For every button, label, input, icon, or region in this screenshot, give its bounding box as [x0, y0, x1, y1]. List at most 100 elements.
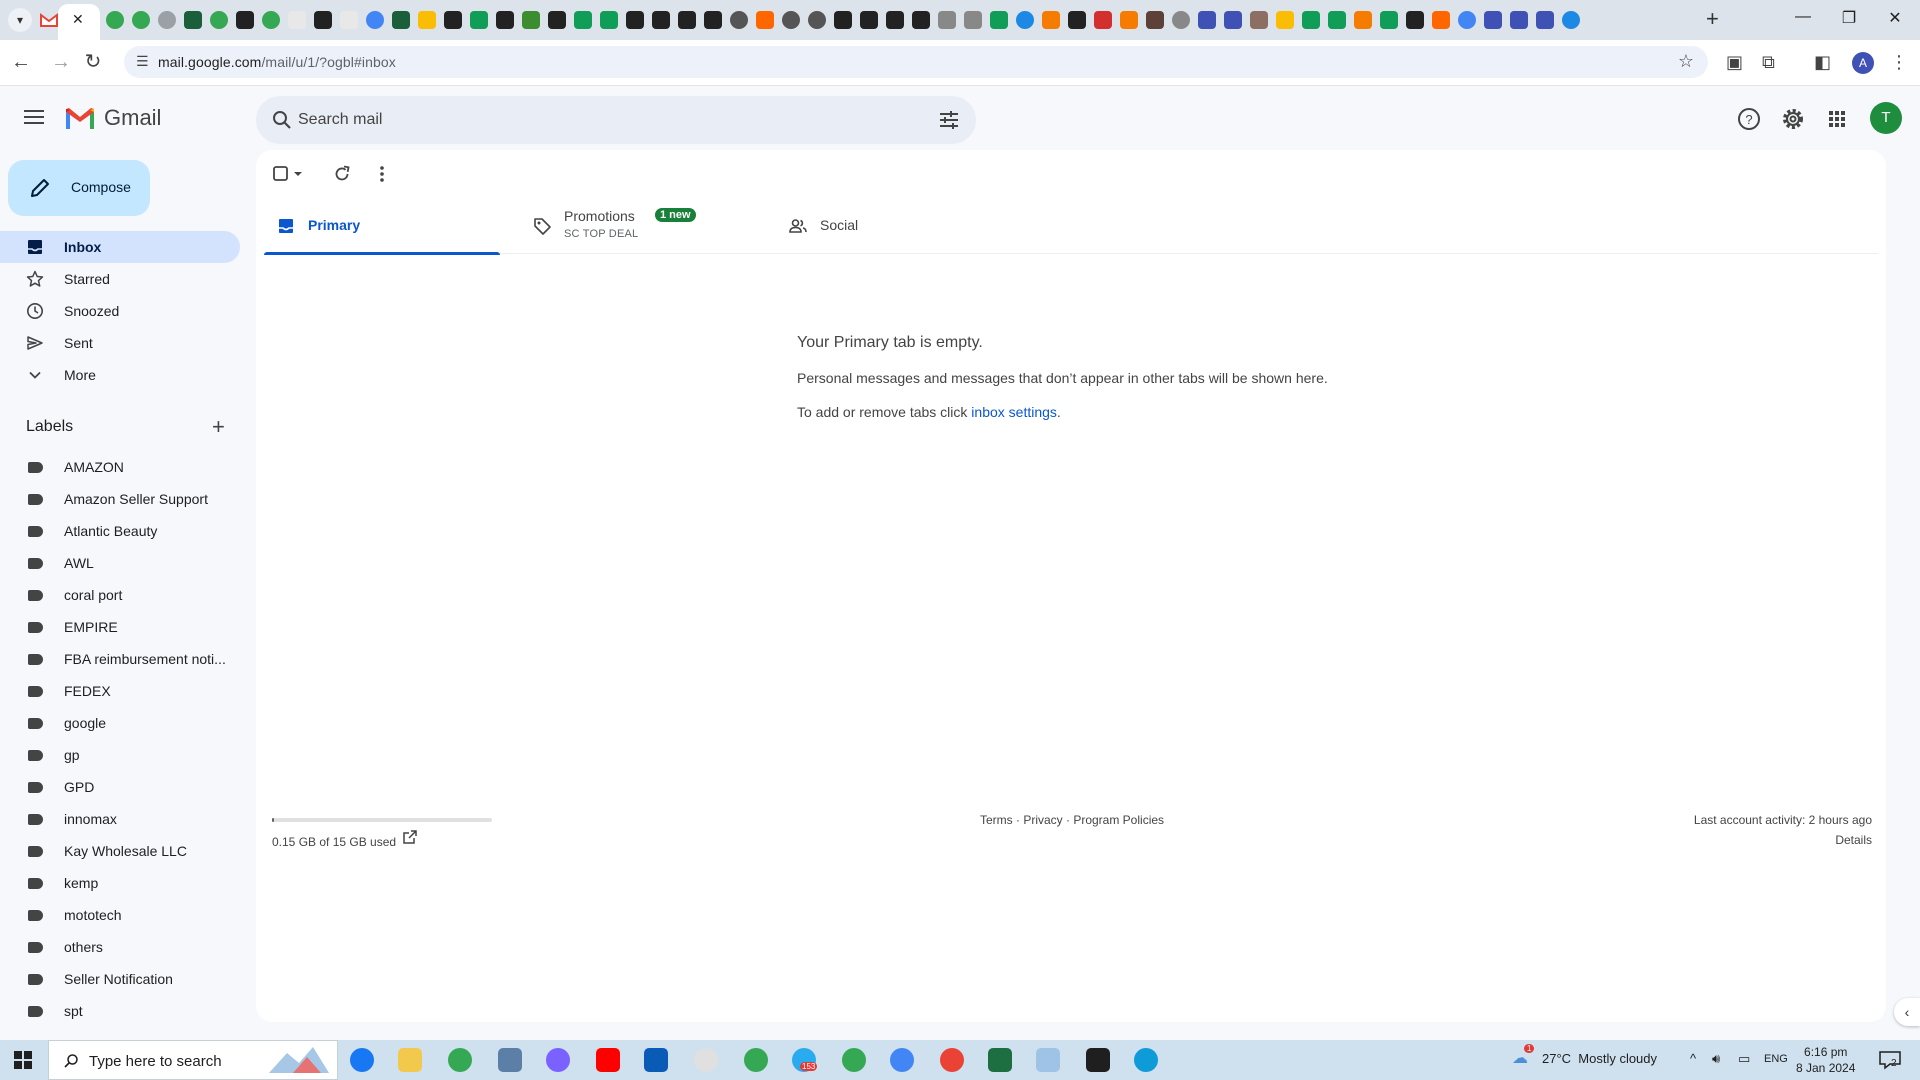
google-apps-grid-icon[interactable]: [1824, 106, 1850, 132]
search-input[interactable]: [298, 96, 898, 144]
taskbar-clock[interactable]: 6:16 pm 8 Jan 2024: [1796, 1044, 1855, 1076]
label-item[interactable]: Seller Notification: [0, 963, 240, 995]
active-tab[interactable]: ✕: [58, 4, 100, 40]
more-options-icon[interactable]: [372, 164, 392, 184]
side-panel-toggle[interactable]: ‹: [1894, 998, 1920, 1026]
store-app-icon[interactable]: [644, 1048, 668, 1072]
nav-item-inbox[interactable]: Inbox: [0, 231, 240, 263]
footer-policy-links[interactable]: Terms · Privacy · Program Policies: [980, 813, 1164, 827]
inbox-settings-link[interactable]: inbox settings: [971, 404, 1057, 420]
nav-item-label: Starred: [64, 271, 110, 287]
side-panel-icon[interactable]: ◧: [1814, 52, 1831, 73]
account-avatar[interactable]: T: [1870, 102, 1902, 134]
bookmark-star-icon[interactable]: ☆: [1678, 51, 1694, 72]
weather-text[interactable]: 27°C Mostly cloudy: [1542, 1051, 1657, 1066]
generic-app-icon[interactable]: [1036, 1048, 1060, 1072]
snipping-tool-icon[interactable]: [694, 1048, 718, 1072]
tab-primary[interactable]: Primary: [264, 198, 500, 255]
new-tab-button[interactable]: +: [1706, 6, 1719, 32]
nav-item-sent[interactable]: Sent: [0, 327, 240, 359]
edge-app-icon[interactable]: [1134, 1048, 1158, 1072]
excel-app-icon[interactable]: [988, 1048, 1012, 1072]
site-info-icon[interactable]: ☰: [136, 53, 149, 70]
refresh-icon[interactable]: [332, 164, 352, 184]
volume-icon[interactable]: 🔊︎: [1712, 1051, 1720, 1067]
nav-item-snoozed[interactable]: Snoozed: [0, 295, 240, 327]
browser-profile-avatar[interactable]: A: [1852, 52, 1874, 74]
restore-window-button[interactable]: ❐: [1826, 8, 1872, 28]
chrome-profile-a-icon[interactable]: [842, 1048, 866, 1072]
weather-alert-badge: 1: [1524, 1044, 1535, 1053]
tab-search-button[interactable]: ▾: [8, 8, 32, 32]
label-item[interactable]: AMAZON: [0, 451, 240, 483]
label-item[interactable]: kemp: [0, 867, 240, 899]
chrome-profile-b-icon[interactable]: [890, 1048, 914, 1072]
main-menu-icon[interactable]: [22, 106, 46, 130]
gmail-logo[interactable]: [64, 107, 96, 131]
label-item[interactable]: others: [0, 931, 240, 963]
youtube-app-icon[interactable]: [596, 1048, 620, 1072]
search-options-icon[interactable]: [938, 109, 960, 131]
compose-button[interactable]: Compose: [8, 160, 150, 216]
label-item[interactable]: coral port: [0, 579, 240, 611]
pinned-tabs-row[interactable]: [102, 9, 1712, 31]
label-item[interactable]: FBA reimbursement noti...: [0, 643, 240, 675]
reload-button[interactable]: ↻: [80, 50, 106, 74]
label-item[interactable]: gp: [0, 739, 240, 771]
label-tag-icon: [28, 718, 43, 729]
network-icon[interactable]: ▭: [1738, 1051, 1750, 1067]
settings-gear-icon[interactable]: [1780, 106, 1806, 132]
label-item[interactable]: GPD: [0, 771, 240, 803]
gmail-tab-favicon[interactable]: [38, 9, 60, 31]
label-item[interactable]: Atlantic Beauty: [0, 515, 240, 547]
label-item[interactable]: EMPIRE: [0, 611, 240, 643]
nav-item-label: Inbox: [64, 239, 102, 255]
search-bar[interactable]: [256, 96, 976, 144]
browser-menu-icon[interactable]: ⋮: [1890, 52, 1908, 73]
language-indicator[interactable]: ENG: [1764, 1053, 1788, 1065]
label-tag-icon: [28, 1006, 43, 1017]
label-item[interactable]: Amazon Seller Support: [0, 483, 240, 515]
chrome-profile-app-icon[interactable]: [744, 1048, 768, 1072]
label-item[interactable]: FEDEX: [0, 675, 240, 707]
windows-start-icon[interactable]: [14, 1051, 32, 1069]
chrome-app-icon[interactable]: [448, 1048, 472, 1072]
address-bar[interactable]: ☰ mail.google.com/mail/u/1/?ogbl#inbox ☆: [124, 46, 1708, 78]
facebook-app-icon[interactable]: [350, 1048, 374, 1072]
select-all-checkbox[interactable]: [272, 164, 308, 184]
open-in-new-icon[interactable]: [402, 829, 418, 845]
extension-off-icon[interactable]: ▣: [1726, 52, 1743, 73]
sticky-notes-app-icon[interactable]: [1086, 1048, 1110, 1072]
label-item[interactable]: AWL: [0, 547, 240, 579]
notification-center-icon[interactable]: [1878, 1050, 1902, 1070]
taskbar-search-box[interactable]: Type here to search: [48, 1040, 338, 1080]
label-tag-icon: [28, 622, 43, 633]
minimize-window-button[interactable]: —: [1780, 8, 1826, 26]
close-window-button[interactable]: ✕: [1872, 8, 1918, 28]
tab-social[interactable]: Social: [776, 198, 1012, 254]
tray-overflow-chevron-icon[interactable]: ^: [1690, 1051, 1696, 1066]
back-button[interactable]: ←: [8, 50, 34, 74]
tab-promotions[interactable]: Promotions 1 new SC TOP DEAL: [520, 198, 756, 254]
activity-details-link[interactable]: Details: [1694, 833, 1872, 847]
label-item[interactable]: mototech: [0, 899, 240, 931]
label-item[interactable]: innomax: [0, 803, 240, 835]
url-text[interactable]: mail.google.com/mail/u/1/?ogbl#inbox: [158, 54, 396, 70]
add-label-button[interactable]: +: [212, 416, 225, 438]
calculator-app-icon[interactable]: [498, 1048, 522, 1072]
label-item[interactable]: spt: [0, 995, 240, 1027]
label-item[interactable]: Kay Wholesale LLC: [0, 835, 240, 867]
forward-button[interactable]: →: [48, 50, 74, 74]
file-explorer-icon[interactable]: [398, 1048, 422, 1072]
help-icon[interactable]: ?: [1736, 106, 1762, 132]
empty-state: Your Primary tab is empty. Personal mess…: [797, 334, 1497, 420]
nav-item-more[interactable]: More: [0, 359, 240, 391]
close-tab-icon[interactable]: ✕: [72, 11, 84, 28]
tab-snippet: SC TOP DEAL: [564, 228, 639, 240]
nav-item-starred[interactable]: Starred: [0, 263, 240, 295]
copilot-app-icon[interactable]: [546, 1048, 570, 1072]
label-item[interactable]: google: [0, 707, 240, 739]
extensions-puzzle-icon[interactable]: ⧉: [1762, 52, 1775, 73]
chrome-profile-c-icon[interactable]: [940, 1048, 964, 1072]
search-icon[interactable]: [270, 108, 294, 132]
